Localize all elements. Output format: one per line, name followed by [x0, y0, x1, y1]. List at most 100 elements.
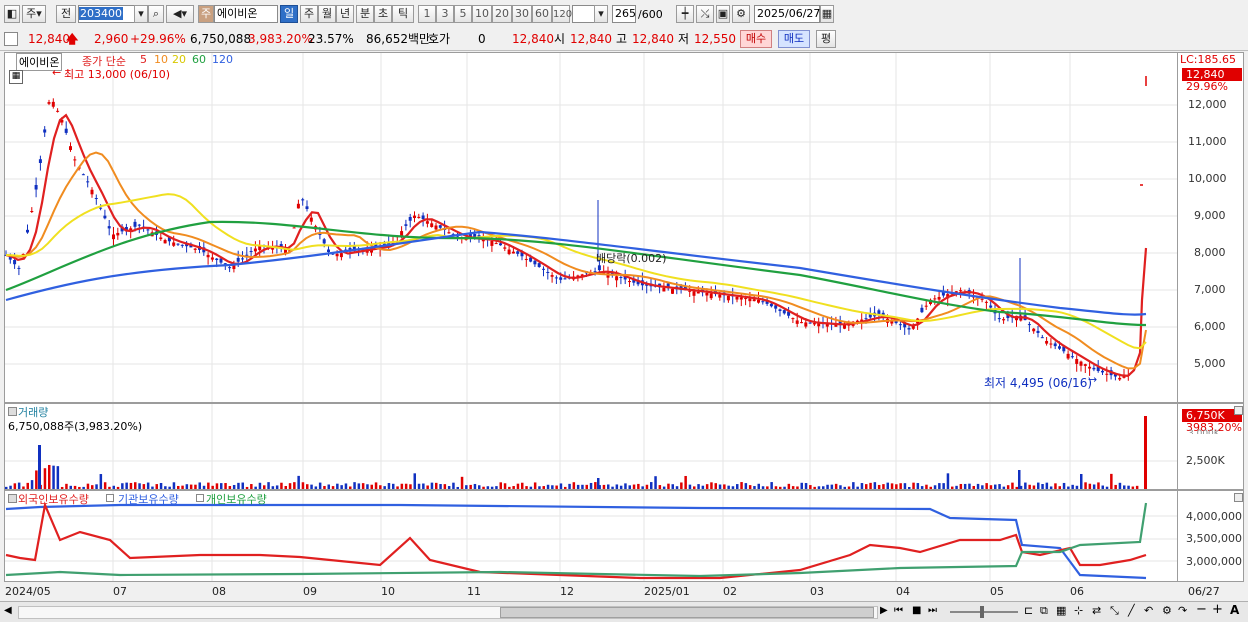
- volume-bar: [766, 486, 769, 489]
- candle-body: [516, 251, 520, 254]
- grid-icon[interactable]: ▦: [1056, 604, 1066, 617]
- ma120-label[interactable]: 120: [212, 53, 233, 66]
- candle-body: [804, 322, 808, 327]
- volume-bar: [78, 486, 81, 489]
- volume-bar: [73, 485, 77, 489]
- volume-bar: [69, 485, 72, 489]
- ma5-label[interactable]: 5: [140, 53, 147, 66]
- candle-body: [494, 243, 498, 245]
- candle-body: [296, 203, 300, 209]
- volume-bar: [985, 483, 988, 489]
- scroll-right-icon[interactable]: ▶: [880, 605, 888, 616]
- rewind-icon[interactable]: ⏮: [894, 605, 903, 616]
- volume-bar: [159, 482, 163, 489]
- volume-bar: [207, 482, 210, 489]
- candle-body: [997, 318, 1001, 320]
- volume-bar: [306, 484, 309, 489]
- crosshair-icon[interactable]: ⊹: [1074, 604, 1083, 617]
- volume-bar: [589, 482, 593, 489]
- candle-body: [253, 248, 257, 252]
- candle-body: [563, 278, 567, 280]
- volume-bar: [1105, 486, 1109, 489]
- volume-bar: [783, 486, 786, 489]
- auto-scale-icon[interactable]: A: [1230, 603, 1239, 617]
- volume-bar: [404, 483, 408, 489]
- candle-body: [163, 240, 167, 244]
- shrink-icon[interactable]: ⤡: [1110, 604, 1119, 618]
- volume-bar: [994, 484, 997, 489]
- candle-body: [26, 229, 29, 233]
- undo-icon[interactable]: ↶: [1144, 604, 1153, 617]
- candle-body: [662, 287, 666, 292]
- candle-body: [503, 247, 507, 249]
- volume-bar: [869, 482, 872, 489]
- holding-pane-toggle[interactable]: [8, 494, 17, 503]
- volume-bar: [168, 486, 171, 489]
- zoom-in-icon[interactable]: +: [1212, 602, 1223, 617]
- volume-bar-spike: [597, 478, 600, 489]
- volume-pane-toggle[interactable]: [8, 407, 17, 416]
- volume-bar: [761, 486, 765, 489]
- candle-body: [524, 258, 528, 260]
- zoom-slider-handle[interactable]: [980, 606, 984, 618]
- candle-body: [593, 271, 597, 273]
- volume-bar: [594, 482, 597, 489]
- scroll-left-icon[interactable]: ◀: [4, 605, 12, 616]
- candle-body: [430, 223, 434, 227]
- scroll-thumb[interactable]: [500, 607, 874, 618]
- volume-bar: [572, 482, 576, 489]
- volume-bar: [52, 465, 55, 489]
- chart-layout-icon[interactable]: ⊏: [1024, 604, 1033, 617]
- candle-body: [172, 242, 176, 246]
- volume-bar: [856, 486, 859, 489]
- volume-bar: [641, 486, 644, 489]
- settings-icon[interactable]: ⚙: [1162, 604, 1172, 617]
- grid-toggle-icon[interactable]: ▦: [9, 70, 23, 84]
- zoom-slider[interactable]: [950, 611, 1018, 613]
- ma20-label[interactable]: 20: [172, 53, 186, 66]
- redo-icon[interactable]: ↷: [1178, 604, 1187, 617]
- volume-bar: [280, 482, 283, 489]
- volume-bar: [310, 484, 313, 489]
- volume-bar: [951, 486, 954, 489]
- volume-bar: [357, 483, 361, 489]
- copy-icon[interactable]: ⧉: [1040, 604, 1048, 618]
- ma60-label[interactable]: 60: [192, 53, 206, 66]
- holding-tick-3500000: 3,500,000: [1186, 532, 1242, 545]
- candle-body: [47, 102, 51, 104]
- volume-bar: [142, 484, 146, 489]
- individual-holding-legend[interactable]: 개인보유수량: [206, 491, 267, 507]
- holding-pane-close[interactable]: [1234, 493, 1243, 502]
- candle-body: [542, 268, 545, 270]
- volume-bar: [361, 483, 365, 489]
- volume-bar: [194, 484, 197, 489]
- candle-body: [769, 303, 773, 307]
- volume-bar: [976, 483, 980, 489]
- stop-icon[interactable]: ■: [912, 605, 921, 616]
- volume-bar: [1011, 482, 1014, 489]
- volume-bar: [852, 482, 855, 489]
- zoom-out-icon[interactable]: −: [1196, 602, 1207, 617]
- volume-bar: [284, 485, 287, 489]
- volume-bar: [826, 484, 829, 489]
- volume-bar: [202, 485, 206, 489]
- candle-body: [438, 225, 442, 228]
- candle-body: [81, 174, 85, 176]
- price-tick-6000: 6,000: [1194, 320, 1226, 333]
- candle-body: [236, 257, 240, 262]
- volume-bar: [903, 483, 907, 489]
- ma10-label[interactable]: 10: [154, 53, 168, 66]
- compare-icon[interactable]: ⇄: [1092, 604, 1101, 617]
- draw-line-icon[interactable]: ╱: [1128, 604, 1135, 617]
- institution-holding-legend[interactable]: 기관보유수량: [118, 491, 179, 507]
- foreign-holding-legend[interactable]: 외국인보유수량: [18, 491, 89, 507]
- volume-bar: [779, 486, 782, 489]
- volume-bar: [1037, 482, 1040, 489]
- candle-body: [726, 295, 730, 301]
- volume-pane-close[interactable]: [1234, 406, 1243, 415]
- last-pct-tag: 29.96%: [1186, 80, 1228, 93]
- fast-forward-icon[interactable]: ⏭: [928, 605, 937, 616]
- volume-bar: [938, 483, 941, 489]
- volume-bar: [839, 485, 842, 489]
- volume-bar: [684, 475, 687, 489]
